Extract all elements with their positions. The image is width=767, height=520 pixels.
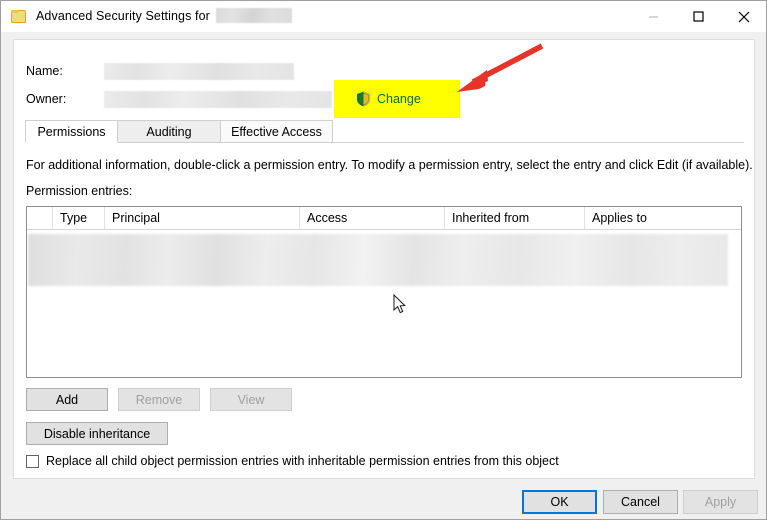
- close-icon[interactable]: [721, 1, 766, 32]
- change-highlight: Change: [334, 80, 460, 118]
- uac-shield-icon: [356, 91, 371, 107]
- tab-effective-access[interactable]: Effective Access: [220, 120, 333, 143]
- change-label: Change: [377, 92, 421, 106]
- view-button: View: [210, 388, 292, 411]
- column-header-inherited-from[interactable]: Inherited from: [445, 207, 585, 229]
- window-title-text: Advanced Security Settings for: [36, 8, 210, 23]
- window-title-redaction: [215, 8, 292, 24]
- dialog-footer: OK Cancel Apply: [1, 480, 766, 519]
- change-owner-button[interactable]: Change: [356, 91, 421, 107]
- minimize-icon[interactable]: [631, 1, 676, 32]
- column-header-applies-to[interactable]: Applies to: [585, 207, 741, 229]
- tab-permissions-label: Permissions: [37, 124, 106, 139]
- add-button[interactable]: Add: [26, 388, 108, 411]
- advanced-security-settings-window: Advanced Security Settings for Name: Own…: [0, 0, 767, 520]
- table-row[interactable]: [28, 234, 728, 286]
- remove-button: Remove: [118, 388, 200, 411]
- maximize-icon[interactable]: [676, 1, 721, 32]
- tab-strip: Permissions Auditing Effective Access: [25, 120, 744, 143]
- list-header-row: Type Principal Access Inherited from App…: [27, 207, 741, 230]
- tab-auditing-label: Auditing: [146, 124, 192, 139]
- name-row: Name:: [26, 62, 294, 80]
- window-title: Advanced Security Settings for: [36, 8, 292, 24]
- cancel-button[interactable]: Cancel: [603, 490, 678, 514]
- permission-entries-label: Permission entries:: [26, 184, 133, 198]
- owner-row: Owner:: [26, 90, 332, 108]
- name-label: Name:: [26, 64, 63, 78]
- list-rows: [27, 230, 741, 377]
- content-panel: Name: Owner: Change Permissions Auditing…: [13, 39, 755, 479]
- tab-effective-access-label: Effective Access: [231, 124, 322, 139]
- owner-label: Owner:: [26, 92, 67, 106]
- window-controls: [631, 1, 766, 32]
- ok-button[interactable]: OK: [522, 490, 597, 514]
- replace-child-permissions-label: Replace all child object permission entr…: [46, 454, 559, 468]
- owner-value-redacted: [104, 90, 332, 108]
- replace-child-permissions-checkbox[interactable]: [26, 454, 39, 468]
- title-bar: Advanced Security Settings for: [1, 1, 766, 32]
- column-header-principal[interactable]: Principal: [105, 207, 300, 229]
- name-value-redacted: [104, 62, 294, 80]
- apply-button: Apply: [683, 490, 758, 514]
- folder-icon: [11, 9, 27, 24]
- info-text: For additional information, double-click…: [26, 158, 753, 172]
- disable-inheritance-button[interactable]: Disable inheritance: [26, 422, 168, 445]
- column-header-type[interactable]: Type: [53, 207, 105, 229]
- tab-permissions[interactable]: Permissions: [25, 120, 118, 143]
- permission-entries-list[interactable]: Type Principal Access Inherited from App…: [26, 206, 742, 378]
- column-header-access[interactable]: Access: [300, 207, 445, 229]
- replace-child-permissions-row[interactable]: Replace all child object permission entr…: [26, 454, 559, 468]
- column-header-blank[interactable]: [27, 207, 53, 229]
- tab-auditing[interactable]: Auditing: [117, 120, 221, 143]
